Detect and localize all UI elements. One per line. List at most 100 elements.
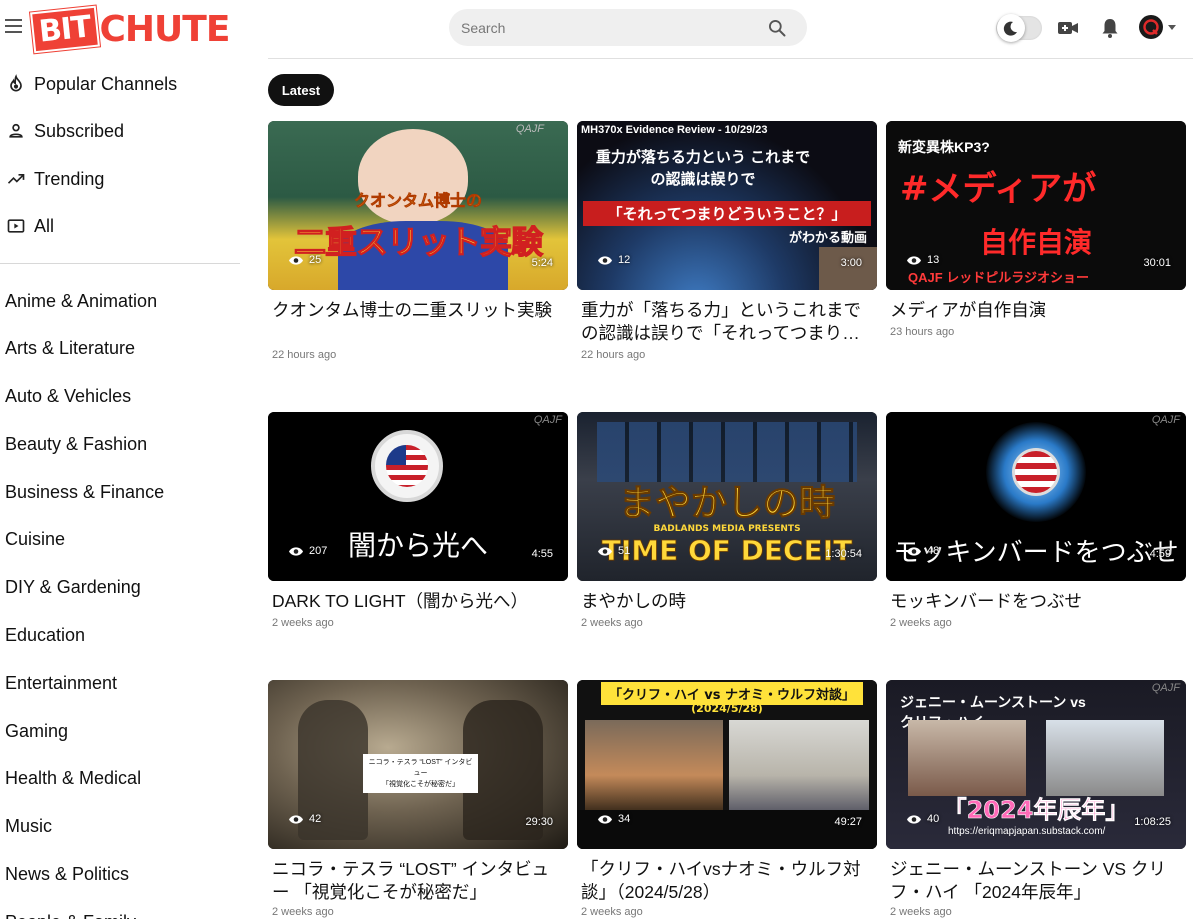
video-duration: 1:30:54 [825,548,862,560]
video-title[interactable]: 「クリフ・ハイvsナオミ・ウルフ対談」（2024/5/28） [581,858,873,904]
video-thumbnail[interactable]: モッキンバードをつぶせ QAJF 48 4:59 [886,412,1186,581]
view-count: 51 [597,542,630,560]
category-diy-gardening[interactable]: DIY & Gardening [5,567,245,607]
category-business-finance[interactable]: Business & Finance [5,472,245,512]
video-thumbnail[interactable]: ニコラ・テスラ “LOST” インタビュー 「視覚化こそが秘密だ」 42 29:… [268,680,568,849]
video-age: 2 weeks ago [581,617,643,629]
thumbnail-footer: https://eriqmapjapan.substack.com/ [948,826,1106,837]
search-input[interactable] [461,9,761,46]
video-title[interactable]: 重力が「落ちる力」というこれまでの認識は誤りで「それってつまりどういうこと？」が… [581,299,873,345]
trending-up-icon [7,174,25,184]
theme-toggle[interactable] [996,14,1042,42]
video-title[interactable]: DARK TO LIGHT（闇から光へ） [272,590,564,613]
category-anime-animation[interactable]: Anime & Animation [5,281,245,321]
view-count-value: 25 [309,254,322,266]
person-icon [9,123,23,138]
video-card[interactable]: クオンタム博士の 二重スリット実験 QAJF 25 5:24 クオンタム博士の二… [268,121,568,371]
thumbnail-header: 新変異株KP3? [898,139,990,155]
eye-icon [289,546,303,556]
view-count: 25 [288,251,321,269]
caret-down-icon[interactable] [1168,25,1176,30]
category-auto-vehicles[interactable]: Auto & Vehicles [5,376,245,416]
category-people-family[interactable]: People & Family [5,902,245,919]
video-title[interactable]: モッキンバードをつぶせ [890,590,1182,613]
video-title[interactable]: クオンタム博士の二重スリット実験 [272,299,564,322]
sidebar-item-all[interactable]: All [0,202,250,250]
video-card[interactable]: まやかしの時 BADLANDS MEDIA PRESENTS TIME OF D… [577,412,877,642]
video-title[interactable]: ジェニー・ムーンストーン VS クリフ・ハイ 「2024年辰年」 [890,858,1182,904]
category-beauty-fashion[interactable]: Beauty & Fashion [5,424,245,464]
video-thumbnail[interactable]: 「クリフ・ハイ vs ナオミ・ウルフ対談」 (2024/5/28) 34 49:… [577,680,877,849]
view-count: 48 [906,542,939,560]
thumbnail-caption-sub: クオンタム博士の [353,191,483,211]
video-card[interactable]: MH370x Evidence Review - 10/29/23 重力が落ちる… [577,121,877,371]
category-gaming[interactable]: Gaming [5,711,245,751]
video-duration: 29:30 [525,816,553,828]
video-camera-icon[interactable] [1056,16,1080,40]
video-thumbnail[interactable]: クオンタム博士の 二重スリット実験 QAJF 25 5:24 [268,121,568,290]
search-box [449,9,807,46]
logo-chute-text: CHUTE [99,8,231,50]
video-thumbnail[interactable]: 闇から光へ QAJF 207 4:55 [268,412,568,581]
video-title[interactable]: メディアが自作自演 [890,299,1182,322]
thumbnail-caption: #メディアが [900,169,1097,209]
video-card[interactable]: 「クリフ・ハイ vs ナオミ・ウルフ対談」 (2024/5/28) 34 49:… [577,680,877,919]
video-card[interactable]: ニコラ・テスラ “LOST” インタビュー 「視覚化こそが秘密だ」 42 29:… [268,680,568,919]
view-count: 12 [597,251,630,269]
video-duration: 49:27 [834,816,862,828]
q-logo-icon [1143,19,1159,35]
video-duration: 4:55 [531,548,553,560]
video-title[interactable]: ニコラ・テスラ “LOST” インタビュー 「視覚化こそが秘密だ」 [272,858,564,904]
thumbnail-watermark: QAJF [533,414,562,426]
user-avatar[interactable] [1139,15,1163,39]
category-education[interactable]: Education [5,615,245,655]
view-count: 207 [288,542,327,560]
view-count: 40 [906,810,939,828]
video-thumbnail[interactable]: まやかしの時 BADLANDS MEDIA PRESENTS TIME OF D… [577,412,877,581]
video-age: 23 hours ago [890,326,955,338]
bell-icon[interactable] [1098,16,1122,40]
tab-latest[interactable]: Latest [268,74,334,106]
video-age: 2 weeks ago [890,617,952,629]
thumbnail-header: MH370x Evidence Review - 10/29/23 [581,124,768,136]
category-entertainment[interactable]: Entertainment [5,663,245,703]
sidebar-item-subscribed[interactable]: Subscribed [0,107,250,155]
search-icon[interactable] [767,18,787,38]
video-thumbnail[interactable]: 新変異株KP3? #メディアが 自作自演 QAJF レッドピルラジオショー 13… [886,121,1186,290]
eye-icon [907,814,921,824]
eye-icon [907,546,921,556]
thumbnail-header: BADLANDS MEDIA PRESENTS [653,524,801,534]
category-news-politics[interactable]: News & Politics [5,854,245,894]
flame-icon [10,74,22,92]
sidebar-item-trending[interactable]: Trending [0,155,250,203]
view-count-value: 51 [618,545,631,557]
category-arts-literature[interactable]: Arts & Literature [5,328,245,368]
view-count-value: 48 [927,545,940,557]
video-title[interactable]: まやかしの時 [581,590,873,613]
video-thumbnail[interactable]: MH370x Evidence Review - 10/29/23 重力が落ちる… [577,121,877,290]
video-card[interactable]: ジェニー・ムーンストーン vs クリフ・ハイ 「2024年辰年」 https:/… [886,680,1186,919]
eye-icon [289,255,303,265]
toggle-knob [997,14,1025,42]
video-card[interactable]: 新変異株KP3? #メディアが 自作自演 QAJF レッドピルラジオショー 13… [886,121,1186,371]
menu-icon[interactable] [5,19,22,33]
video-age: 22 hours ago [581,349,646,361]
sidebar-item-popular-channels[interactable]: Popular Channels [0,60,250,108]
eye-icon [598,255,612,265]
sidebar-divider [0,263,240,264]
video-age: 2 weeks ago [272,617,334,629]
category-health-medical[interactable]: Health & Medical [5,758,245,798]
category-cuisine[interactable]: Cuisine [5,519,245,559]
header-divider [268,58,1193,59]
video-thumbnail[interactable]: ジェニー・ムーンストーン vs クリフ・ハイ 「2024年辰年」 https:/… [886,680,1186,849]
video-card[interactable]: モッキンバードをつぶせ QAJF 48 4:59 モッキンバードをつぶせ 2 w… [886,412,1186,642]
eye-icon [289,814,303,824]
thumbnail-caption: ニコラ・テスラ “LOST” インタビュー [368,759,473,777]
sidebar-item-label: Popular Channels [34,73,178,94]
view-count: 42 [288,810,321,828]
sidebar-item-label: Trending [34,168,105,189]
video-card[interactable]: 闇から光へ QAJF 207 4:55 DARK TO LIGHT（闇から光へ）… [268,412,568,642]
category-music[interactable]: Music [5,806,245,846]
top-bar: BIT CHUTE [0,0,1200,56]
bitchute-logo[interactable]: BIT CHUTE [30,5,231,53]
